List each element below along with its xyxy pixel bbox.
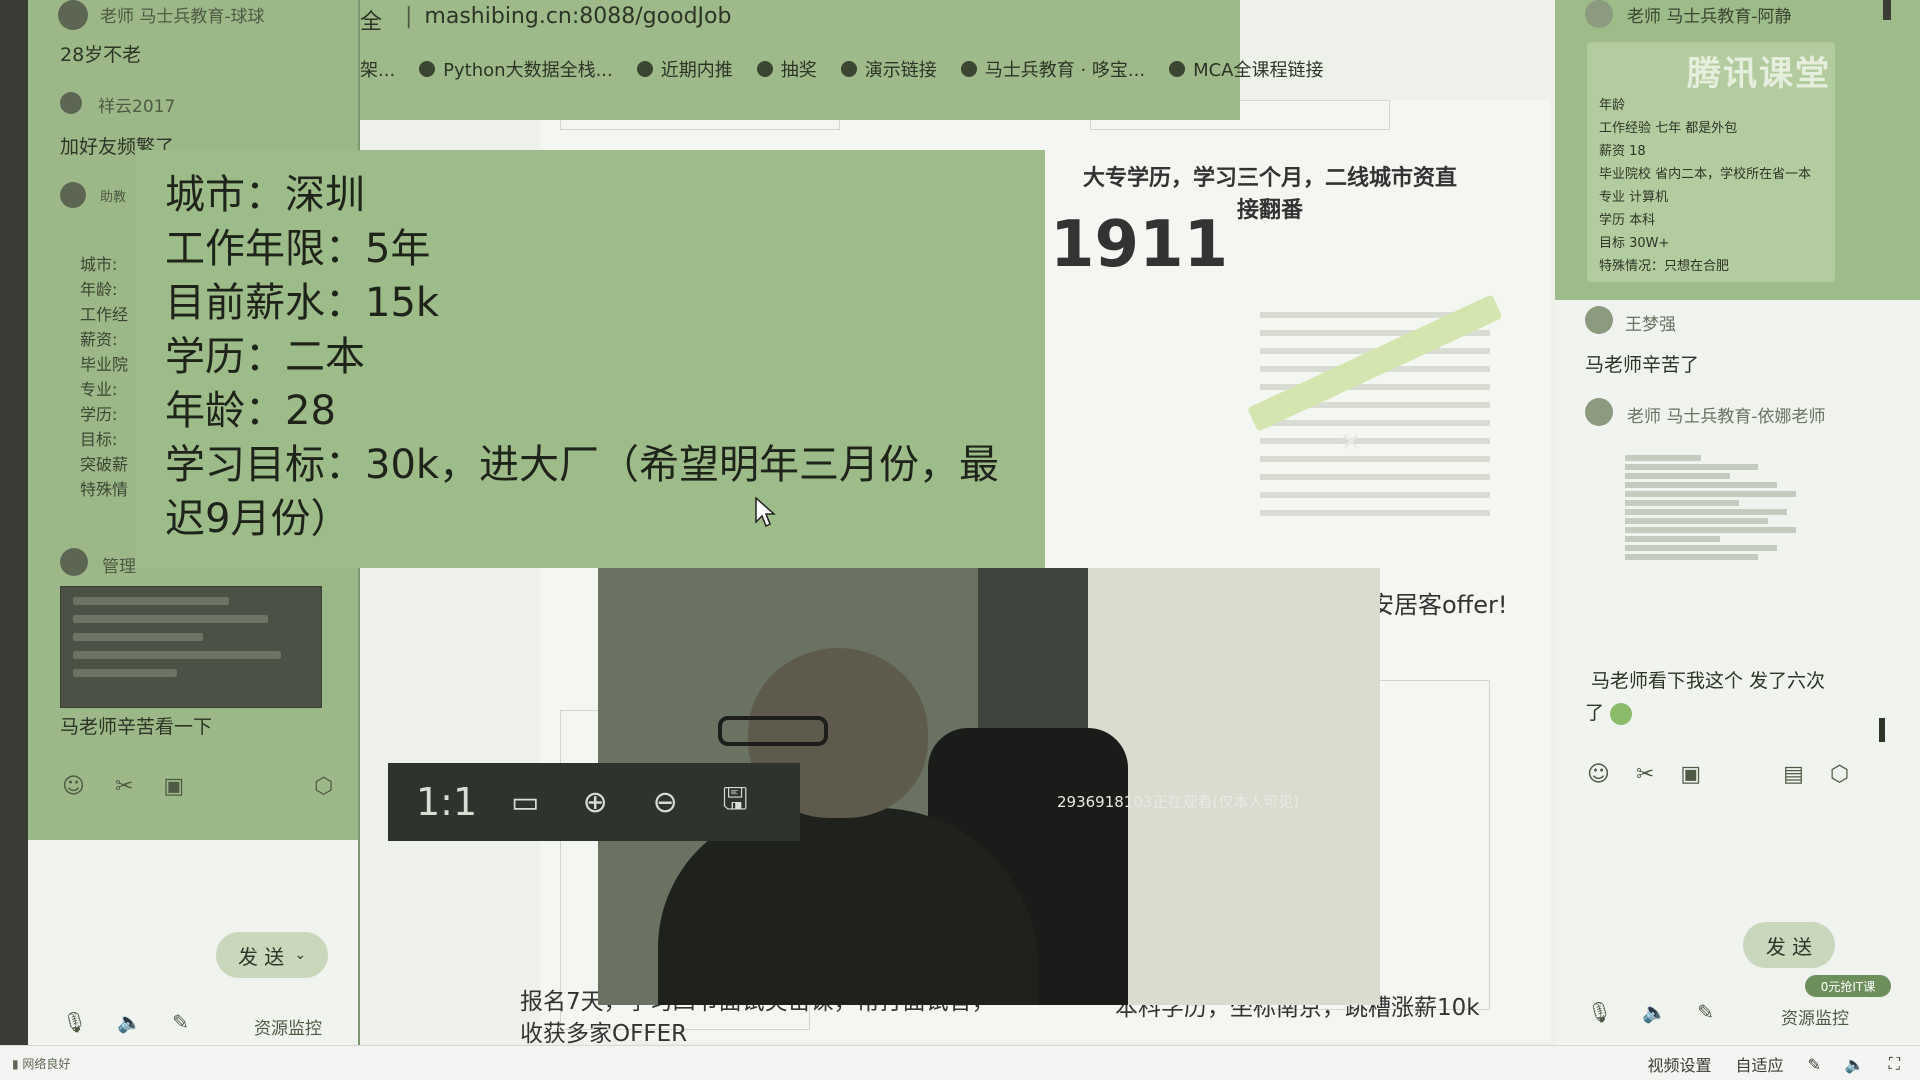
fullscreen-icon[interactable]: ⛶ <box>1889 1054 1900 1074</box>
actual-size-button[interactable]: 1:1 <box>416 780 477 824</box>
bookmark[interactable]: 马士兵教育 · 哆宝... <box>960 56 1145 82</box>
avatar <box>1585 0 1613 28</box>
scrollbar[interactable] <box>1879 718 1885 742</box>
zoom-in-icon[interactable]: ⊕ <box>573 780 617 824</box>
chat-sender: 祥云2017 <box>98 97 176 117</box>
info-education: 学历：二本 <box>165 334 365 380</box>
profile-labels: 城市: 年龄: 工作经 薪资: 毕业院 专业: 学历: 目标: 突破薪 特殊情 <box>80 255 129 499</box>
chat-sender: 助教 <box>100 190 127 205</box>
bookmark[interactable]: 架... <box>360 56 395 82</box>
image-icon[interactable]: ▣ <box>1680 762 1701 787</box>
tencent-logo: 腾讯课堂 <box>1687 54 1831 94</box>
avatar <box>60 92 82 114</box>
browser-bar: 全 | mashibing.cn:8088/goodJob 架... Python… <box>360 0 1324 120</box>
slide-number: 1911 <box>1050 208 1229 282</box>
info-salary: 目前薪水：15k <box>165 280 440 326</box>
address-bar[interactable]: 全 | mashibing.cn:8088/goodJob <box>360 4 731 35</box>
image-message[interactable]: 腾讯课堂 年龄 工作经验 七年 都是外包 薪资 18 毕业院校 省内二本，学校所… <box>1587 42 1835 282</box>
cursor-icon <box>755 496 776 528</box>
chat-sender: 老师 马士兵教育-球球 <box>100 7 265 27</box>
chat-header-area: 老师 马士兵教育-阿静 腾讯课堂 年龄 工作经验 七年 都是外包 薪资 18 毕… <box>1555 0 1920 300</box>
zoom-out-icon[interactable]: ⊖ <box>643 780 687 824</box>
save-icon[interactable]: 🖫 <box>713 780 757 824</box>
speaker-icon[interactable]: 🔈 <box>1642 1000 1667 1024</box>
glasses <box>718 716 828 746</box>
chat-tools: ☺ ✂ ▣ ▤ ⬡ <box>1587 762 1849 787</box>
avatar <box>1585 398 1613 426</box>
pen-icon[interactable]: ✎ <box>1807 1055 1820 1074</box>
info-age: 年龄：28 <box>165 388 336 434</box>
chat-sender: 王梦强 <box>1625 315 1676 335</box>
bookmarks-bar: 架... Python大数据全栈... 近期内推 抽奖 演示链接 马士兵教育 ·… <box>360 56 1324 82</box>
emoji-icon[interactable]: ☺ <box>1587 762 1610 787</box>
speaker-icon[interactable]: 🔈 <box>1845 1055 1865 1074</box>
chat-sender: 管理 <box>102 557 136 577</box>
chat-tools: ☺ ✂ ▣ ⬡ <box>62 774 333 799</box>
network-status: ▮ 网络良好 <box>12 1057 71 1071</box>
pen-icon[interactable]: ✎ <box>1697 1000 1714 1024</box>
settings-icon[interactable]: ⬡ <box>1830 762 1849 787</box>
avatar <box>1585 306 1613 334</box>
info-overlay: 城市：深圳 工作年限：5年 目前薪水：15k 学历：二本 年龄：28 学习目标：… <box>135 150 1053 568</box>
scrollbar[interactable] <box>1883 0 1891 20</box>
pen-icon[interactable]: ✎ <box>172 1010 189 1034</box>
close-icon[interactable]: ✕ <box>1340 428 1362 458</box>
chat-sender: 老师 马士兵教育-依娜老师 <box>1627 407 1826 427</box>
promo-badge[interactable]: 0元抢IT课 <box>1805 975 1891 997</box>
avatar <box>60 182 86 208</box>
chat-sender: 老师 马士兵教育-阿静 <box>1627 7 1792 27</box>
microphone-icon[interactable]: 🎙 <box>1587 1000 1612 1024</box>
video-settings-button[interactable]: 视频设置 <box>1647 1052 1711 1076</box>
chat-message: 马老师辛苦看一下 <box>60 716 213 738</box>
resource-monitor[interactable]: 资源监控 <box>254 1014 322 1039</box>
audio-tools: 🎙 🔈 ✎ <box>62 1010 189 1034</box>
chat-message: 了 <box>1585 698 1633 725</box>
speaker-icon[interactable]: 🔈 <box>117 1010 142 1034</box>
send-button[interactable]: 发 送 ⌄ <box>216 932 328 978</box>
image-icon[interactable]: ▣ <box>163 774 184 799</box>
status-bar: ▮ 网络良好 视频设置 自适应 ✎ 🔈 ⛶ <box>0 1045 1920 1080</box>
adaptive-button[interactable]: 自适应 <box>1735 1052 1783 1076</box>
offer-text: 安居客offer! <box>1370 591 1508 619</box>
message-icon[interactable]: ▤ <box>1783 762 1804 787</box>
chat-message: 马老师辛苦了 <box>1585 354 1700 376</box>
chevron-down-icon: ⌄ <box>294 947 307 963</box>
resource-monitor[interactable]: 资源监控 <box>1781 1004 1849 1029</box>
image-message[interactable] <box>1625 452 1815 563</box>
scissors-icon[interactable]: ✂ <box>115 774 133 799</box>
bookmark[interactable]: Python大数据全栈... <box>419 56 613 82</box>
send-button[interactable]: 发 送 <box>1743 922 1835 968</box>
fit-screen-icon[interactable]: ▭ <box>503 780 547 824</box>
info-city: 城市：深圳 <box>165 172 365 218</box>
avatar <box>58 0 88 30</box>
info-years: 工作年限：5年 <box>165 226 431 272</box>
watch-notice: 2936918103正在观看(仅本人可见) <box>1057 793 1300 811</box>
chat-message: 马老师看下我这个 发了六次 <box>1591 670 1826 692</box>
emoji-icon <box>1610 702 1633 725</box>
bookmark[interactable]: 演示链接 <box>840 56 937 82</box>
bookmark[interactable]: 抽奖 <box>756 56 817 82</box>
input-area[interactable]: 发 送 ⌄ 🎙 🔈 ✎ 资源监控 <box>28 840 358 1045</box>
window-edge <box>0 0 28 1045</box>
bookmark[interactable]: 近期内推 <box>636 56 733 82</box>
emoji-icon[interactable]: ☺ <box>62 774 85 799</box>
audio-tools: 🎙 🔈 ✎ <box>1587 1000 1714 1024</box>
settings-icon[interactable]: ⬡ <box>314 774 333 799</box>
microphone-icon[interactable]: 🎙 <box>62 1010 87 1034</box>
image-viewer-toolbar: 1:1 ▭ ⊕ ⊖ 🖫 <box>388 763 800 841</box>
avatar <box>60 548 88 576</box>
info-goal: 学习目标：30k，进大厂（希望明年三月份，最迟9月份） <box>165 442 1000 542</box>
bookmark[interactable]: MCA全课程链接 <box>1169 56 1324 82</box>
scissors-icon[interactable]: ✂ <box>1636 762 1654 787</box>
right-chat-panel: 老师 马士兵教育-阿静 腾讯课堂 年龄 工作经验 七年 都是外包 薪资 18 毕… <box>1555 0 1920 1045</box>
chat-message: 28岁不老 <box>60 44 142 66</box>
image-message[interactable] <box>60 586 322 708</box>
